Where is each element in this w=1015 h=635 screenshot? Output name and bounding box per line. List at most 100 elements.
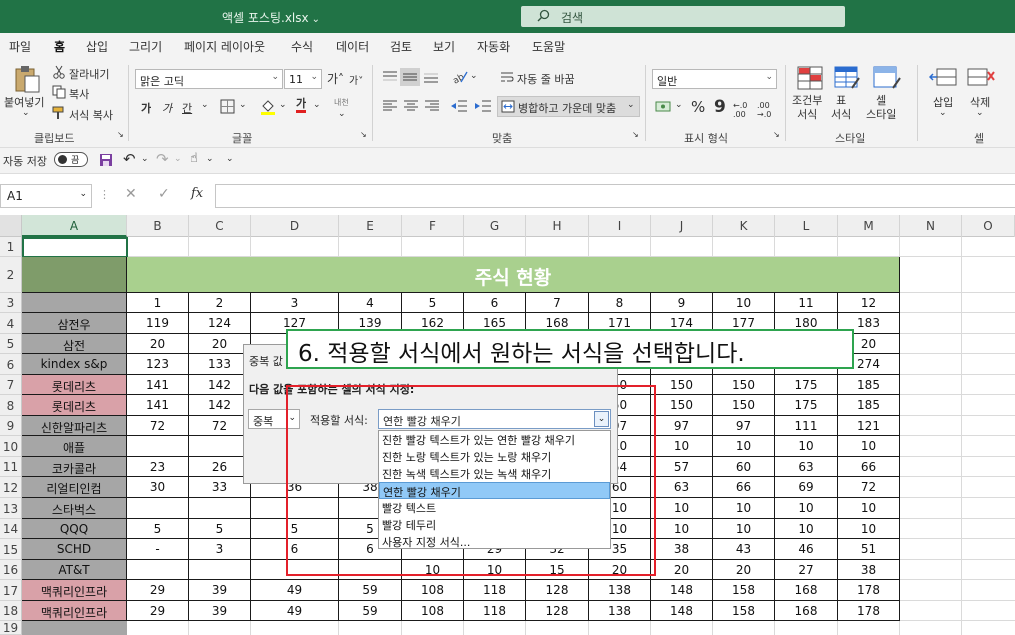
- row-header-15[interactable]: 15: [0, 539, 22, 560]
- table-cell[interactable]: 49: [251, 601, 339, 621]
- row-label-cell[interactable]: kindex s&p: [22, 354, 127, 375]
- table-cell[interactable]: 168: [775, 601, 838, 621]
- table-cell[interactable]: 30: [127, 477, 189, 498]
- table-cell[interactable]: 148: [651, 601, 713, 621]
- table-cell[interactable]: 46: [775, 539, 838, 560]
- table-cell[interactable]: 9: [651, 293, 713, 313]
- row-label-cell[interactable]: 리얼티인컴: [22, 477, 127, 498]
- row-header-11[interactable]: 11: [0, 457, 22, 477]
- table-cell[interactable]: 150: [713, 395, 775, 416]
- row-label-cell[interactable]: 삼전우: [22, 313, 127, 334]
- table-cell[interactable]: 141: [127, 375, 189, 395]
- row-label-cell[interactable]: 애플: [22, 436, 127, 457]
- table-cell[interactable]: 5: [189, 519, 251, 539]
- row-header-2[interactable]: 2: [0, 257, 22, 293]
- table-cell[interactable]: 150: [651, 375, 713, 395]
- table-cell[interactable]: 10: [838, 519, 900, 539]
- table-cell[interactable]: 51: [838, 539, 900, 560]
- column-header-m[interactable]: M: [838, 215, 900, 237]
- table-cell[interactable]: 4: [339, 293, 402, 313]
- table-cell[interactable]: 59: [339, 601, 402, 621]
- row-header-6[interactable]: 6: [0, 354, 22, 375]
- table-cell[interactable]: 11: [775, 293, 838, 313]
- table-cell[interactable]: [127, 498, 189, 519]
- table-cell[interactable]: 119: [127, 313, 189, 334]
- row-label-cell[interactable]: 롯데리츠: [22, 395, 127, 416]
- row-header-17[interactable]: 17: [0, 580, 22, 601]
- table-cell[interactable]: 10: [775, 519, 838, 539]
- table-cell[interactable]: 72: [838, 477, 900, 498]
- row-header-18[interactable]: 18: [0, 601, 22, 621]
- table-cell[interactable]: 111: [775, 416, 838, 436]
- table-cell[interactable]: 10: [713, 519, 775, 539]
- table-cell[interactable]: 29: [127, 601, 189, 621]
- row-header-4[interactable]: 4: [0, 313, 22, 334]
- table-cell[interactable]: 49: [251, 580, 339, 601]
- table-cell[interactable]: 69: [775, 477, 838, 498]
- table-cell[interactable]: 178: [838, 580, 900, 601]
- table-cell[interactable]: 10: [713, 436, 775, 457]
- table-cell[interactable]: [189, 560, 251, 580]
- table-cell[interactable]: 33: [189, 477, 251, 498]
- table-cell[interactable]: 158: [713, 580, 775, 601]
- table-cell[interactable]: 124: [189, 313, 251, 334]
- sheet-title[interactable]: 주식 현황: [127, 257, 900, 293]
- column-header-j[interactable]: J: [651, 215, 713, 237]
- table-cell[interactable]: 20: [189, 334, 251, 354]
- table-cell[interactable]: [189, 436, 251, 457]
- table-cell[interactable]: 63: [775, 457, 838, 477]
- table-cell[interactable]: 168: [775, 580, 838, 601]
- table-cell[interactable]: 8: [589, 293, 651, 313]
- row-header-7[interactable]: 7: [0, 375, 22, 395]
- column-header-g[interactable]: G: [464, 215, 526, 237]
- table-cell[interactable]: 10: [713, 293, 775, 313]
- table-cell[interactable]: 59: [339, 580, 402, 601]
- row-label-cell[interactable]: 맥쿼리인프라: [22, 601, 127, 621]
- table-cell[interactable]: 7: [526, 293, 589, 313]
- table-cell[interactable]: 175: [775, 395, 838, 416]
- row-label-cell[interactable]: 롯데리츠: [22, 375, 127, 395]
- table-cell[interactable]: 142: [189, 395, 251, 416]
- table-cell[interactable]: -: [127, 539, 189, 560]
- column-header-c[interactable]: C: [189, 215, 251, 237]
- table-cell[interactable]: 128: [526, 601, 589, 621]
- table-cell[interactable]: 5: [127, 519, 189, 539]
- table-cell[interactable]: 175: [775, 375, 838, 395]
- row-label-cell[interactable]: QQQ: [22, 519, 127, 539]
- table-cell[interactable]: 72: [189, 416, 251, 436]
- cell-a2[interactable]: [22, 257, 127, 293]
- row-header-14[interactable]: 14: [0, 519, 22, 539]
- table-cell[interactable]: 97: [651, 416, 713, 436]
- table-cell[interactable]: 2: [189, 293, 251, 313]
- table-cell[interactable]: 23: [127, 457, 189, 477]
- table-cell[interactable]: 121: [838, 416, 900, 436]
- table-cell[interactable]: 12: [838, 293, 900, 313]
- table-cell[interactable]: 66: [838, 457, 900, 477]
- row-header-1[interactable]: 1: [0, 237, 22, 257]
- table-cell[interactable]: 29: [127, 580, 189, 601]
- table-cell[interactable]: 63: [651, 477, 713, 498]
- table-cell[interactable]: 158: [713, 601, 775, 621]
- table-cell[interactable]: 148: [651, 580, 713, 601]
- table-cell[interactable]: 10: [651, 498, 713, 519]
- row-header-19[interactable]: 19: [0, 621, 22, 635]
- row-header-8[interactable]: 8: [0, 395, 22, 416]
- column-header-b[interactable]: B: [127, 215, 189, 237]
- row-label-cell[interactable]: AT&T: [22, 560, 127, 580]
- column-header-e[interactable]: E: [339, 215, 402, 237]
- table-cell[interactable]: 10: [775, 436, 838, 457]
- row-label-cell[interactable]: 코카콜라: [22, 457, 127, 477]
- row-label-cell[interactable]: 삼전: [22, 334, 127, 354]
- cell-a19[interactable]: [22, 621, 127, 635]
- table-cell[interactable]: 97: [713, 416, 775, 436]
- table-cell[interactable]: [127, 560, 189, 580]
- table-cell[interactable]: 66: [713, 477, 775, 498]
- row-header-16[interactable]: 16: [0, 560, 22, 580]
- column-header-d[interactable]: D: [251, 215, 339, 237]
- row-label-cell[interactable]: 신한알파리츠: [22, 416, 127, 436]
- row-label-cell[interactable]: SCHD: [22, 539, 127, 560]
- table-cell[interactable]: 108: [402, 580, 464, 601]
- table-cell[interactable]: 10: [651, 519, 713, 539]
- table-cell[interactable]: 150: [651, 395, 713, 416]
- table-cell[interactable]: 118: [464, 580, 526, 601]
